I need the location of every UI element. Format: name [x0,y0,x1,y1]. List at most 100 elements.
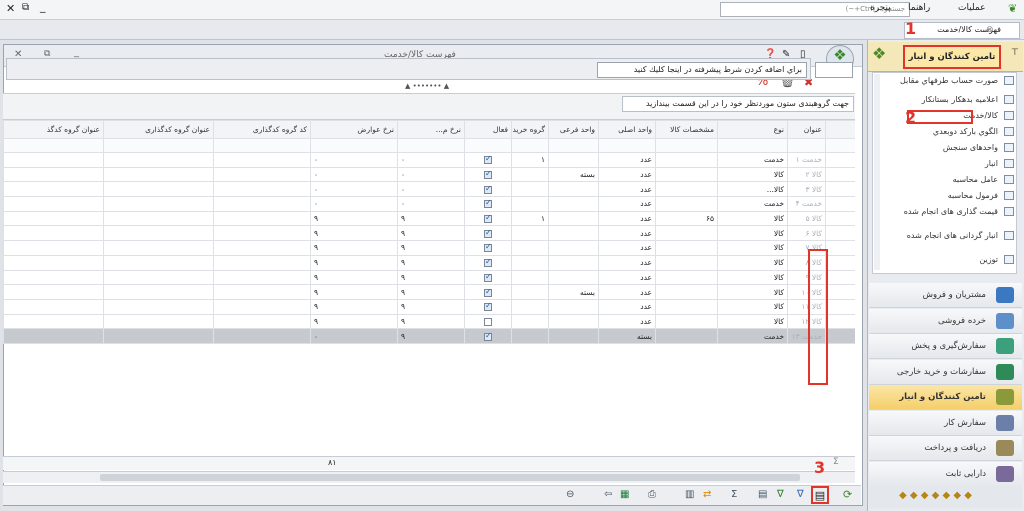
tree-item[interactable]: توزین [874,255,1014,264]
active-cell[interactable] [464,313,512,330]
purchase-group-cell[interactable] [511,284,549,300]
close-icon[interactable]: ✕ [6,2,15,15]
coding-title-cell[interactable] [103,269,214,286]
menu-window[interactable]: پنجره [870,3,891,13]
nav-module-4[interactable]: تامین کنندگان و انبار [869,385,1022,410]
spec-cell[interactable] [655,254,718,271]
spec-cell[interactable] [655,181,718,198]
tax-rate-cell[interactable]: ۰ [310,166,398,183]
type-cell[interactable]: کالا... [717,181,788,198]
coding-title-cell[interactable] [103,210,214,227]
columns-icon[interactable]: ▥ [685,489,694,500]
spec-cell[interactable] [655,166,718,183]
col-header-spec[interactable]: مشخصات کالا [655,120,718,139]
rate-cell[interactable]: ۹ [397,254,465,271]
coding-title2-cell[interactable] [3,254,104,271]
spec-cell[interactable]: ۶۵ [655,210,718,227]
row-checkbox[interactable] [825,225,855,242]
unit-cell[interactable]: بسته [598,328,656,344]
table-row[interactable]: ۱۱کالا ۱۱کالاعدد۹۹ [3,298,855,315]
advanced-filter-button[interactable]: براي اضافه كردن شرط پيشرفته در اينجا كلي… [597,62,807,78]
row-checkbox[interactable] [825,254,855,271]
tree-item[interactable]: انبار [874,159,1014,168]
row-checkbox[interactable] [825,152,855,168]
purchase-group-cell[interactable] [511,181,549,198]
filter-row[interactable]: ⊽ [3,138,855,153]
active-cell[interactable] [464,152,512,168]
row-checkbox[interactable] [825,269,855,286]
coding-title2-cell[interactable] [3,284,104,300]
unit-cell[interactable]: عدد [598,181,656,198]
row-checkbox[interactable] [825,210,855,227]
filter-value-field[interactable] [815,62,853,78]
coding-title2-cell[interactable] [3,328,104,344]
subunit-cell[interactable] [548,254,599,271]
coding-code-cell[interactable] [213,284,311,300]
swap-icon[interactable]: ⇄ [703,489,711,500]
spec-cell[interactable] [655,196,718,212]
window-minimize-icon[interactable]: _ [74,47,79,58]
unit-cell[interactable]: عدد [598,196,656,212]
tab-close-icon[interactable]: ⊗ [986,25,994,35]
coding-title2-cell[interactable] [3,152,104,168]
active-checkbox[interactable] [484,287,492,297]
col-header-coding-group-title-2[interactable]: عنوان گروه کدگذ [3,120,104,139]
active-cell[interactable] [464,254,512,271]
unit-cell[interactable]: عدد [598,254,656,271]
col-header-title[interactable]: عنوان [787,120,826,139]
col-header-coding-group-code[interactable]: کد گروه کدگذاری [213,120,311,139]
title-cell[interactable]: خدمت ۱ [787,152,826,168]
coding-code-cell[interactable] [213,210,311,227]
tree-item[interactable]: انبار گردانی های انجام شده [874,231,1014,240]
active-cell[interactable] [464,284,512,300]
menu-help[interactable]: راهنما [908,3,930,13]
subunit-cell[interactable] [548,298,599,315]
active-checkbox[interactable] [484,257,492,268]
subunit-cell[interactable] [548,328,599,344]
tax-rate-cell[interactable]: ۹ [310,313,398,330]
purchase-group-cell[interactable] [511,269,549,286]
subunit-cell[interactable]: بسته [548,166,599,183]
coding-title2-cell[interactable] [3,269,104,286]
purchase-group-cell[interactable] [511,225,549,242]
active-cell[interactable] [464,328,512,344]
coding-title2-cell[interactable] [3,313,104,330]
layout-icon[interactable]: ▤ [758,489,767,500]
rate-cell[interactable]: ۹ [397,240,465,256]
coding-title2-cell[interactable] [3,181,104,198]
tax-rate-cell[interactable]: ۹ [310,240,398,256]
active-checkbox[interactable] [484,184,492,194]
table-row[interactable]: ۵کالا ۵کالا۶۵عدد۱۹۹ [3,210,855,227]
subunit-cell[interactable] [548,225,599,242]
active-cell[interactable] [464,269,512,286]
type-cell[interactable]: کالا [717,166,788,183]
spec-cell[interactable] [655,284,718,300]
purchase-group-cell[interactable] [511,166,549,183]
active-cell[interactable] [464,298,512,315]
unit-cell[interactable]: عدد [598,152,656,168]
nav-module-1[interactable]: خرده فروشی [869,308,1022,334]
purchase-group-cell[interactable] [511,254,549,271]
table-row[interactable]: ۱۳خدمت ۱۳خدمتبسته۹۰ [3,328,855,344]
unit-cell[interactable]: عدد [598,313,656,330]
row-checkbox[interactable] [825,298,855,315]
summary-icon[interactable]: Σ [731,489,737,500]
type-cell[interactable]: کالا [717,225,788,242]
coding-code-cell[interactable] [213,254,311,271]
rate-cell[interactable]: ۰ [397,181,465,198]
rate-cell[interactable]: ۹ [397,210,465,227]
table-row[interactable]: ۹کالا ۹کالاعدد۹۹ [3,269,855,286]
subunit-cell[interactable] [548,196,599,212]
col-header-purchase-group[interactable]: گروه خرید [511,120,549,139]
type-cell[interactable]: خدمت [717,152,788,168]
unit-cell[interactable]: عدد [598,284,656,300]
tab-product-list[interactable]: فهرست کالا/خدمت [904,22,1020,39]
nav-module-7[interactable]: دارایی ثابت [869,461,1022,487]
tax-rate-cell[interactable]: ۹ [310,225,398,242]
purchase-group-cell[interactable]: ۱ [511,152,549,168]
unit-cell[interactable]: عدد [598,298,656,315]
coding-title-cell[interactable] [103,284,214,300]
col-header-type[interactable]: نوع [717,120,788,139]
title-cell[interactable]: کالا ۲ [787,166,826,183]
type-cell[interactable]: کالا [717,240,788,256]
